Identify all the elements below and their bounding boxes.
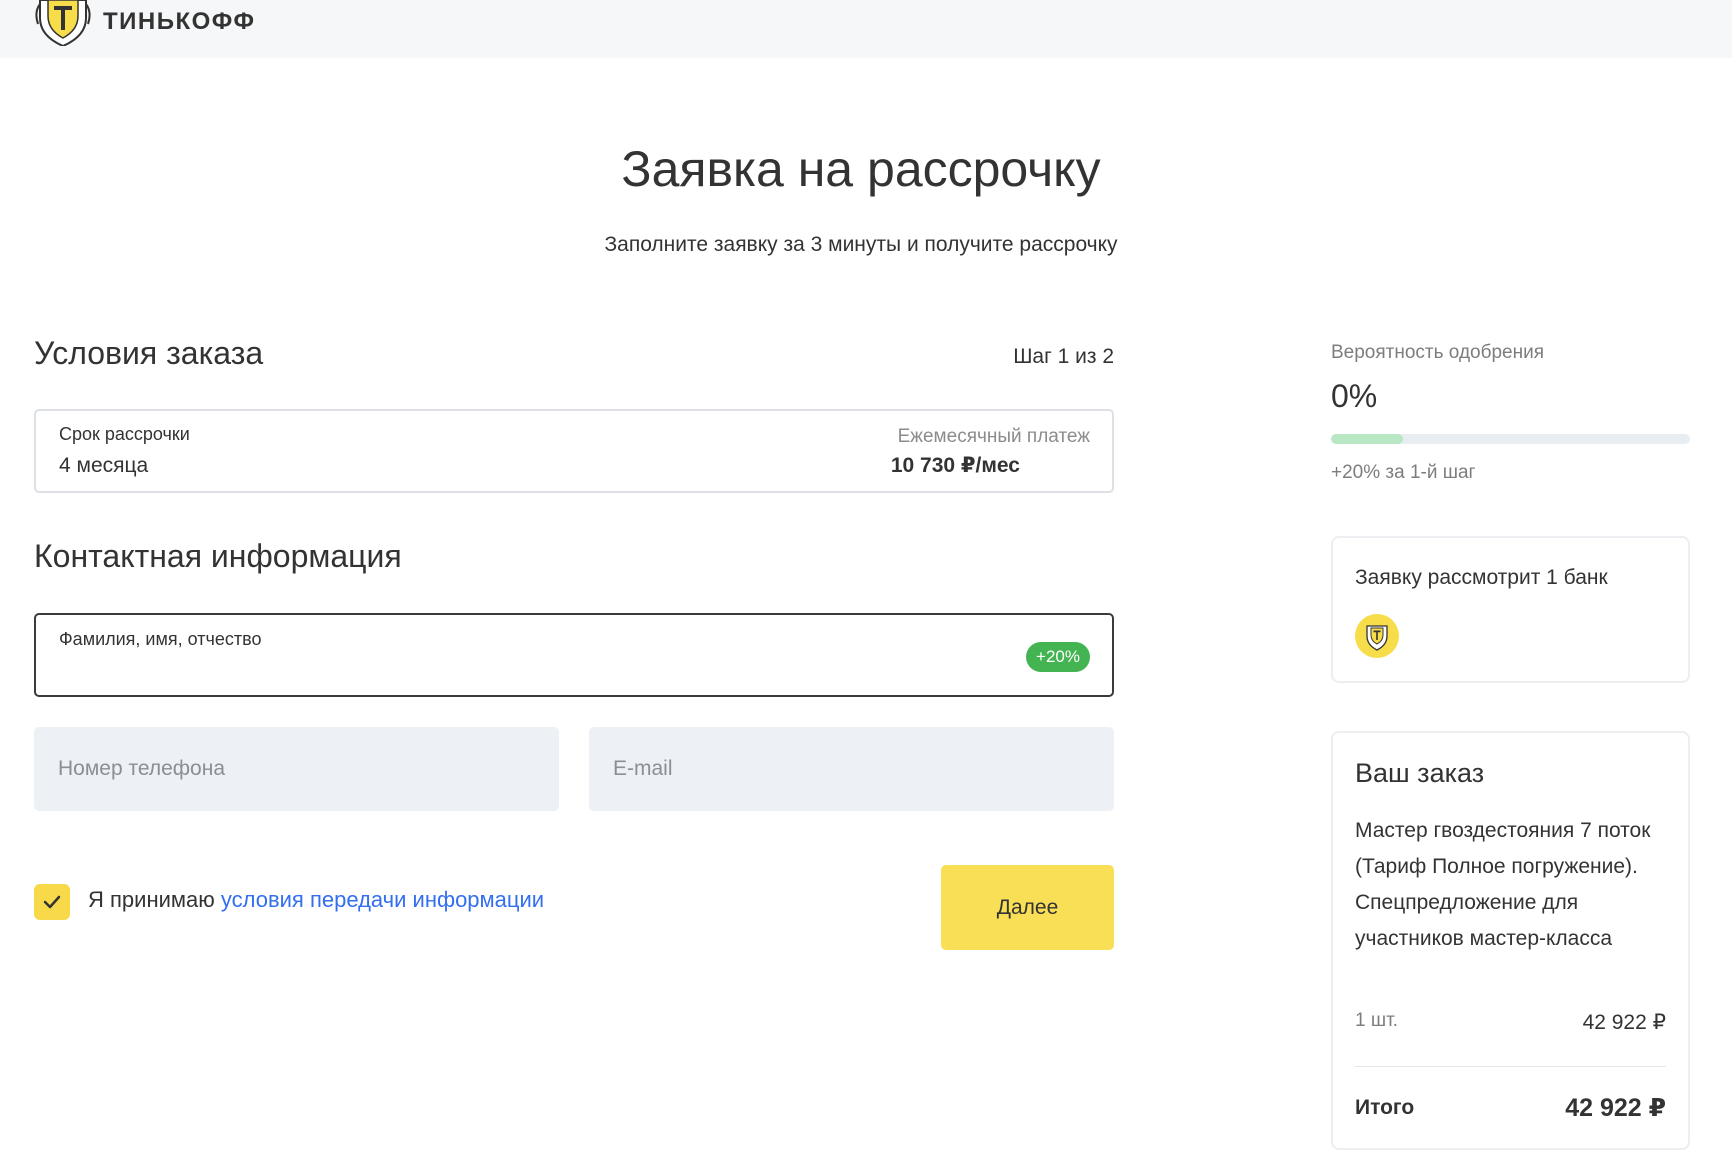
step-indicator: Шаг 1 из 2 xyxy=(1013,345,1114,368)
bank-review-text: Заявку рассмотрит 1 банк xyxy=(1355,566,1608,589)
approval-probability-label: Вероятность одобрения xyxy=(1331,342,1545,363)
consent-checkbox[interactable] xyxy=(34,884,70,920)
approval-probability-value: 0% xyxy=(1331,378,1378,414)
order-item-price: 42 922 ₽ xyxy=(1582,1011,1666,1034)
order-item-quantity: 1 шт. xyxy=(1355,1010,1398,1031)
page-title: Заявка на рассрочку xyxy=(621,141,1101,197)
term-label: Срок рассрочки xyxy=(59,424,190,444)
top-header: ТИНЬКОФФ xyxy=(0,0,1732,58)
full-name-field[interactable]: Фамилия, имя, отчество +20% xyxy=(34,613,1114,697)
tinkoff-bank-icon xyxy=(1355,614,1399,658)
monthly-payment-label: Ежемесячный платеж xyxy=(897,426,1090,447)
page-subtitle: Заполните заявку за 3 минуты и получите … xyxy=(604,233,1118,256)
order-divider xyxy=(1355,1066,1666,1067)
contact-info-heading: Контактная информация xyxy=(34,538,402,574)
order-total-label: Итого xyxy=(1355,1096,1415,1119)
order-summary-card: Ваш заказ Мастер гвоздестояния 7 поток (… xyxy=(1331,731,1690,1150)
phone-field[interactable] xyxy=(34,727,559,811)
consent-terms-link[interactable]: условия передачи информации xyxy=(221,887,544,912)
phone-input[interactable] xyxy=(58,727,538,811)
approval-progress-fill xyxy=(1331,434,1403,444)
order-item-description: Мастер гвоздестояния 7 поток (Тариф Полн… xyxy=(1355,819,1651,950)
brand-name[interactable]: ТИНЬКОФФ xyxy=(103,8,255,36)
full-name-input[interactable] xyxy=(57,655,907,685)
consent-text: Я принимаю условия передачи информации xyxy=(88,887,544,913)
approval-progress-bar xyxy=(1331,434,1690,444)
bonus-percent-badge: +20% xyxy=(1026,642,1090,672)
order-total-value: 42 922 ₽ xyxy=(1565,1094,1666,1122)
order-conditions-heading: Условия заказа xyxy=(34,335,264,371)
monthly-payment-value: 10 730 ₽/мес xyxy=(890,454,1020,477)
email-field[interactable] xyxy=(589,727,1114,811)
order-title: Ваш заказ xyxy=(1355,758,1485,788)
checkmark-icon xyxy=(43,895,61,909)
email-input[interactable] xyxy=(613,727,1093,811)
installment-term-select[interactable]: Срок рассрочки 4 месяца Ежемесячный плат… xyxy=(34,409,1114,493)
approval-step-hint: +20% за 1-й шаг xyxy=(1331,462,1476,483)
bank-review-card: Заявку рассмотрит 1 банк xyxy=(1331,536,1690,683)
next-button[interactable]: Далее xyxy=(941,865,1114,950)
consent-label: Я принимаю xyxy=(88,887,215,912)
tinkoff-emblem-icon[interactable] xyxy=(34,0,92,48)
full-name-label: Фамилия, имя, отчество xyxy=(59,629,262,649)
term-value: 4 месяца xyxy=(59,454,149,477)
